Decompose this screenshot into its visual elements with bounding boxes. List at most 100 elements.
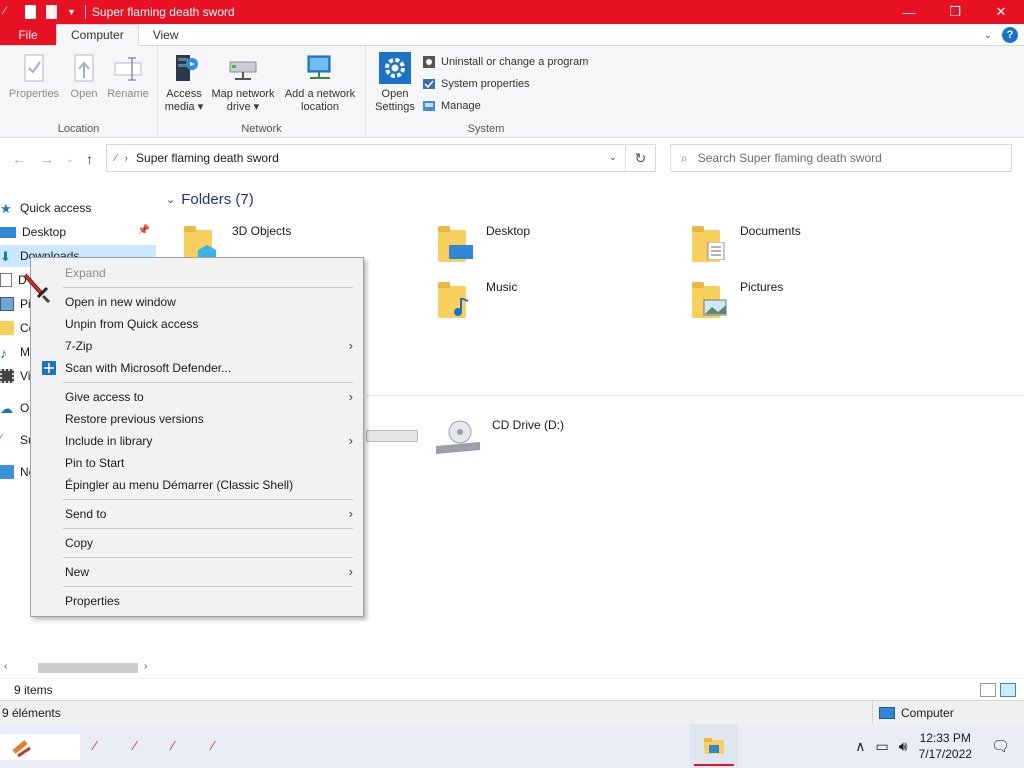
rename-button[interactable]: Rename xyxy=(104,52,152,101)
defender-shield-icon xyxy=(41,360,57,376)
menu-item-pin-start[interactable]: Pin to Start xyxy=(31,452,363,474)
sword-icon[interactable]: ⁄ xyxy=(212,738,214,753)
tab-file[interactable]: File xyxy=(0,24,56,45)
folder-tile-documents[interactable]: Documents xyxy=(692,224,801,264)
drive-tile-cd[interactable]: CD Drive (D:) xyxy=(434,418,564,458)
context-menu: Expand Open in new window Unpin from Qui… xyxy=(30,257,364,617)
system-tray: ∧ ▭ 🔊︎ 12:33 PM 7/17/2022 🗨︎ xyxy=(850,724,1024,768)
notification-icon[interactable]: 🗨︎ xyxy=(991,737,1010,755)
search-box[interactable]: ⌕ Search Super flaming death sword xyxy=(670,144,1012,172)
minimize-button[interactable]: — xyxy=(886,0,932,24)
desktop-icon xyxy=(0,226,16,238)
forward-arrow-icon[interactable]: → xyxy=(40,151,54,167)
back-arrow-icon[interactable]: ← xyxy=(12,151,26,167)
uninstall-program-button[interactable]: Uninstall or change a program xyxy=(422,52,588,72)
manage-button[interactable]: Manage xyxy=(422,96,481,116)
address-bar[interactable]: ⁄ › Super flaming death sword ⌄ xyxy=(106,144,626,172)
tiles-view-icon[interactable] xyxy=(1000,683,1016,697)
address-path: Super flaming death sword xyxy=(136,151,279,165)
status-location: Computer xyxy=(872,701,954,724)
settings-gear-icon xyxy=(379,52,411,84)
music-folder-icon xyxy=(438,280,476,320)
chevron-down-icon[interactable]: ⌄ xyxy=(166,193,175,206)
up-arrow-icon[interactable]: ↑ xyxy=(86,151,93,167)
system-properties-button[interactable]: System properties xyxy=(422,74,530,94)
tab-computer[interactable]: Computer xyxy=(56,24,139,46)
menu-item-expand[interactable]: Expand xyxy=(31,262,363,284)
sword-cursor-icon xyxy=(23,273,51,304)
open-button[interactable]: Open xyxy=(64,52,104,101)
menu-item-give-access[interactable]: Give access to › xyxy=(31,386,363,408)
cd-drive-icon xyxy=(434,418,482,458)
scroll-left-icon[interactable]: ‹ xyxy=(4,661,7,672)
chevron-down-icon[interactable]: ▼ xyxy=(67,7,76,17)
pictures-folder-icon xyxy=(692,280,730,320)
chevron-down-icon[interactable]: ⌄ xyxy=(984,30,992,41)
tab-view[interactable]: View xyxy=(139,24,193,45)
volume-icon[interactable]: 🔊︎ xyxy=(899,738,908,755)
menu-separator xyxy=(63,557,353,558)
start-button[interactable] xyxy=(0,734,80,760)
menu-item-include-library[interactable]: Include in library › xyxy=(31,430,363,452)
rename-icon xyxy=(112,52,144,84)
menu-item-copy[interactable]: Copy xyxy=(31,532,363,554)
menu-item-7zip[interactable]: 7-Zip › xyxy=(31,335,363,357)
menu-item-properties[interactable]: Properties xyxy=(31,590,363,612)
menu-item-scan-defender[interactable]: Scan with Microsoft Defender... xyxy=(31,357,363,379)
access-media-button[interactable]: Access media ▾ xyxy=(162,52,206,114)
sword-icon[interactable]: ⁄ xyxy=(172,738,174,753)
explorer-status-bar: 9 items xyxy=(0,678,1024,700)
network-group: Access media ▾ Map network drive ▾ Add a… xyxy=(158,46,366,138)
help-icon[interactable]: ? xyxy=(1002,27,1018,43)
title-separator xyxy=(84,5,86,19)
scroll-right-icon[interactable]: › xyxy=(144,661,147,672)
clock[interactable]: 12:33 PM 7/17/2022 xyxy=(919,730,972,762)
system-group-label: System xyxy=(467,123,505,135)
close-button[interactable]: ✕ xyxy=(978,0,1024,24)
folder-tile-pictures[interactable]: Pictures xyxy=(692,280,783,320)
chevron-down-icon[interactable]: ⌄ xyxy=(609,152,617,163)
open-settings-button[interactable]: Open Settings xyxy=(370,52,420,114)
menu-item-open-new-window[interactable]: Open in new window xyxy=(31,291,363,313)
menu-item-label: Give access to xyxy=(65,390,144,404)
network-icon[interactable]: ▭ xyxy=(876,738,889,755)
ribbon-right-controls: ⌄ ? xyxy=(984,27,1018,43)
properties-button[interactable]: Properties xyxy=(6,52,62,101)
folder-tile-music[interactable]: Music xyxy=(438,280,517,320)
refresh-button[interactable]: ↻ xyxy=(626,144,656,172)
menu-item-unpin-quick-access[interactable]: Unpin from Quick access xyxy=(31,313,363,335)
properties-label: Properties xyxy=(8,88,60,100)
chevron-up-icon[interactable]: ∧ xyxy=(855,738,865,755)
menu-item-restore-versions[interactable]: Restore previous versions xyxy=(31,408,363,430)
menu-item-label: Properties xyxy=(65,594,120,608)
restore-button[interactable]: ❐ xyxy=(932,0,978,24)
sword-icon[interactable]: ⁄ xyxy=(94,738,96,753)
nav-item-quick-access[interactable]: ★ Quick access xyxy=(0,197,156,219)
new-folder-icon[interactable] xyxy=(46,5,57,19)
menu-item-pin-classic-shell[interactable]: Épingler au menu Démarrer (Classic Shell… xyxy=(31,474,363,496)
quick-access-toolbar: ⁄ ▼ xyxy=(0,5,92,19)
sword-icon[interactable]: ⁄ xyxy=(134,738,136,753)
network-location-icon xyxy=(304,52,336,84)
horizontal-scrollbar[interactable]: ‹ › xyxy=(0,660,156,676)
menu-item-label: Épingler au menu Démarrer (Classic Shell… xyxy=(65,478,294,492)
add-network-location-button[interactable]: Add a network location xyxy=(280,52,360,114)
active-indicator xyxy=(694,764,734,766)
folders-section-header[interactable]: ⌄ Folders (7) xyxy=(166,191,254,208)
details-view-icon[interactable] xyxy=(980,683,996,697)
properties-icon[interactable] xyxy=(25,5,36,19)
scrollbar-thumb[interactable] xyxy=(38,663,138,673)
nav-item-desktop[interactable]: Desktop 📌 xyxy=(0,221,156,243)
chevron-right-icon[interactable]: › xyxy=(125,153,128,164)
menu-item-send-to[interactable]: Send to › xyxy=(31,503,363,525)
file-explorer-taskbar-button[interactable] xyxy=(690,724,738,768)
menu-item-label: Pin to Start xyxy=(65,456,125,470)
nav-item-label: M xyxy=(20,345,30,359)
map-network-drive-button[interactable]: Map network drive ▾ xyxy=(206,52,280,114)
map-drive-label-1: Map network xyxy=(211,88,275,100)
folder-tile-desktop[interactable]: Desktop xyxy=(438,224,530,264)
menu-item-new[interactable]: New › xyxy=(31,561,363,583)
video-icon xyxy=(0,369,14,383)
recent-locations-chevron-icon[interactable]: ⌄ xyxy=(66,154,74,165)
menu-separator xyxy=(63,382,353,383)
